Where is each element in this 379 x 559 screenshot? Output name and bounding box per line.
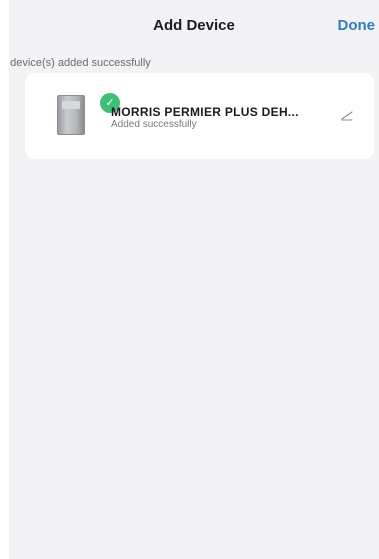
device-body [57,95,85,135]
status-message: 1 device(s) added successfully [9,57,151,69]
header: Add Device Done [9,0,379,52]
device-status: Added successfully [111,119,197,130]
dehumidifier-image [57,95,85,135]
device-panel [62,101,80,109]
page-title: Add Device [153,17,235,34]
device-card[interactable]: ✓ MORRIS PERMIER PLUS DEH... Added succe… [25,73,374,159]
edit-icon[interactable] [339,107,355,123]
done-button[interactable]: Done [338,17,376,34]
add-device-screen: Add Device Done 1 device(s) added succes… [9,0,379,559]
device-name: MORRIS PERMIER PLUS DEH... [111,105,299,119]
